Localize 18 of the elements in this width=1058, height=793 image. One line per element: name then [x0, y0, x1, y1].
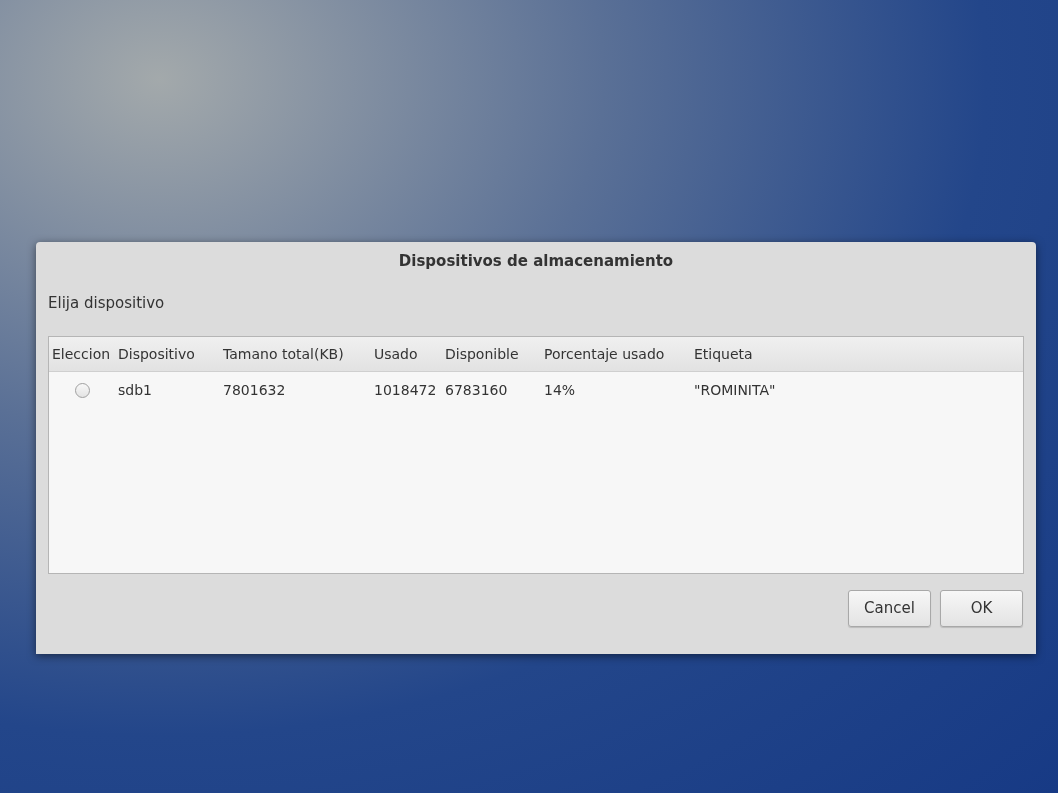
dialog-button[interactable]: OK: [940, 590, 1023, 627]
table-cell-text: 14%: [544, 380, 576, 400]
column-header[interactable]: Dispositivo: [118, 343, 195, 365]
table-cell-text: 7801632: [223, 380, 286, 400]
radio-button[interactable]: [74, 382, 90, 398]
column-header[interactable]: Disponible: [445, 343, 519, 365]
column-header[interactable]: Tamano total(KB): [223, 343, 344, 365]
table-cell-text: 6783160: [445, 380, 508, 400]
column-header[interactable]: Porcentaje usado: [544, 343, 665, 365]
column-header[interactable]: Etiqueta: [694, 343, 753, 365]
table-cell-text: sdb1: [118, 380, 152, 400]
dialog-button[interactable]: Cancel: [848, 590, 931, 627]
column-header[interactable]: Usado: [374, 343, 418, 365]
table-cell-text: 1018472: [374, 380, 437, 400]
dialog-title: Dispositivos de almacenamiento: [398, 251, 674, 272]
column-header[interactable]: Eleccion: [52, 343, 111, 365]
prompt-label: Elija dispositivo: [48, 293, 165, 314]
table-cell-text: "ROMINITA": [694, 380, 776, 400]
